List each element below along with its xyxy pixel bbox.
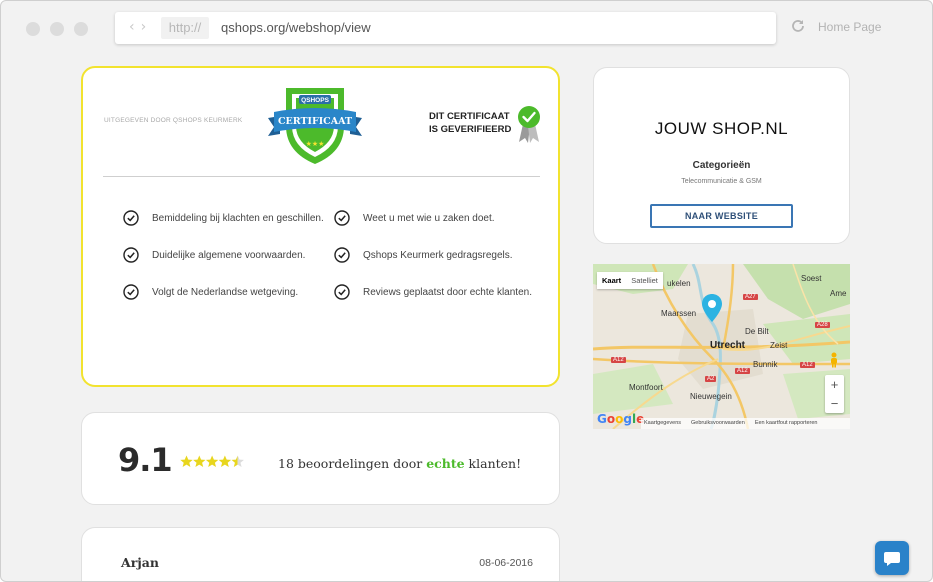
feature-item: Reviews geplaatst door echte klanten. [334,284,532,300]
back-arrow-icon[interactable]: ‹ [129,19,141,35]
check-circle-icon [123,210,139,226]
review-card: Arjan 08-06-2016 [81,527,560,581]
minimize-window-button[interactable] [50,22,64,36]
maximize-window-button[interactable] [74,22,88,36]
map-data-link[interactable]: Kaartgegevens [644,420,681,427]
map-type-tabs: Kaart Satelliet [597,272,663,289]
google-logo-letter: G [597,412,607,426]
reload-icon[interactable] [790,18,806,34]
check-circle-icon [334,284,350,300]
location-map[interactable]: Kaart Satelliet ukelen Soest Ame Maarsse… [593,264,850,429]
close-window-button[interactable] [26,22,40,36]
issued-by-label: UITGEGEVEN DOOR QSHOPS KEURMERK [104,117,243,124]
google-logo: Google [597,412,644,426]
check-circle-icon [334,247,350,263]
certificate-card: UITGEGEVEN DOOR QSHOPS KEURMERK QSHOPS C… [81,66,560,387]
feature-item: Duidelijke algemene voorwaarden. [123,247,305,263]
map-label-bunnik: Bunnik [753,360,778,369]
chat-button[interactable] [875,541,909,575]
category-value: Telecommunicatie & GSM [681,178,762,185]
star-icon [205,455,219,467]
google-logo-letter: g [623,412,632,426]
browser-window: ‹› http:// qshops.org/webshop/view Home … [0,0,933,582]
feature-item: Bemiddeling bij klachten en geschillen. [123,210,324,226]
tab-map[interactable]: Kaart [597,272,626,289]
reviewer-name: Arjan [121,555,159,570]
map-label-zeist: Zeist [770,341,788,350]
map-label-amersfoort: Ame [830,289,847,298]
chat-bubble-icon [884,552,900,566]
road-shield: A27 [743,294,758,300]
road-shield: A12 [611,357,626,363]
badge-stars-icon: ★★★ [306,140,325,148]
google-logo-letter: o [606,412,616,426]
location-pin-icon[interactable] [701,293,723,323]
verified-label: DIT CERTIFICAAT IS GEVERIFIEERD [429,111,512,135]
map-zoom-controls: + − [825,375,844,413]
feature-item: Volgt de Nederlandse wetgeving. [123,284,298,300]
map-label-utrecht: Utrecht [710,340,746,351]
shop-card: JOUW SHOP.NL Categorieën Telecommunicati… [593,67,850,244]
certificate-divider [103,176,540,177]
map-label-breukelen: ukelen [667,279,691,288]
reviews-summary: 18 beoordelingen door echte klanten! [278,456,522,471]
tab-satellite[interactable]: Satelliet [626,272,663,289]
star-icon [193,455,206,467]
road-shield: A12 [800,362,815,368]
certificate-badge: QSHOPS CERTIFICAAT ★★★ [268,88,362,164]
review-date: 08-06-2016 [479,557,533,569]
zoom-out-button[interactable]: − [825,394,844,413]
half-star-icon [231,455,244,467]
map-label-nieuwegein: Nieuwegein [690,392,732,401]
url-scheme: http:// [161,17,209,39]
rating-score: 9.1 [118,441,173,479]
rating-stars [180,455,244,467]
check-circle-icon [123,284,139,300]
road-shield: A12 [735,368,750,374]
shop-logo: JOUW SHOP.NL [654,119,789,138]
star-icon [218,455,232,467]
map-label-montfoort: Montfoort [629,383,663,392]
road-shield: A2 [705,376,717,382]
forward-arrow-icon[interactable]: › [141,19,153,35]
street-view-pegman-icon[interactable] [828,352,840,368]
feature-item: Qshops Keurmerk gedragsregels. [334,247,513,263]
map-footer: Kaartgegevens Gebruiksvoorwaarden Een ka… [641,418,850,429]
map-label-debilt: De Bilt [745,327,769,336]
rating-card: 9.1 18 beoordelingen door echte klanten! [81,412,560,505]
home-page-link[interactable]: Home Page [818,20,881,34]
url-text[interactable]: qshops.org/webshop/view [221,20,371,35]
address-bar[interactable]: ‹› http:// qshops.org/webshop/view [115,12,776,44]
zoom-in-button[interactable]: + [825,375,844,394]
badge-label: CERTIFICAAT [278,116,352,127]
nav-arrows[interactable]: ‹› [129,19,152,35]
map-label-soest: Soest [801,274,822,283]
check-circle-icon [334,210,350,226]
badge-brand: QSHOPS [301,97,329,104]
visit-website-button[interactable]: NAAR WEBSITE [650,204,793,228]
verified-ribbon-icon [518,106,540,143]
category-title: Categorieën [692,160,751,171]
map-label-maarssen: Maarssen [661,309,697,318]
feature-item: Weet u met wie u zaken doet. [334,210,495,226]
terms-link[interactable]: Gebruiksvoorwaarden [691,420,745,427]
window-controls [26,22,88,36]
report-error-link[interactable]: Een kaartfout rapporteren [755,420,818,427]
star-icon [180,455,193,467]
check-circle-icon [123,247,139,263]
road-shield: A28 [815,322,830,328]
